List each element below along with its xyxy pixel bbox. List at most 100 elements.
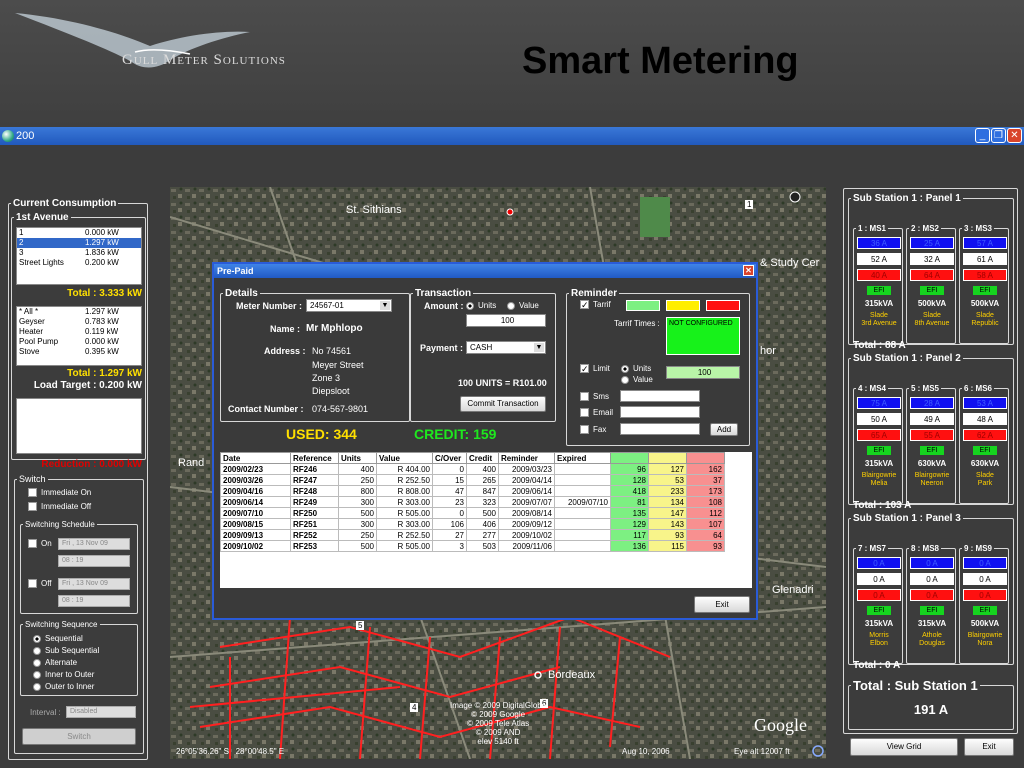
meter-station[interactable]: 2 : MS2 25 A 32 A 64 A EFI 500kVA Slade 8th Ave… xyxy=(906,224,956,344)
on-date-picker[interactable]: Fri , 13 Nov 09 xyxy=(58,538,130,550)
commit-transaction-button[interactable]: Commit Transaction xyxy=(460,396,546,412)
radio-sub-sequential[interactable] xyxy=(33,646,41,655)
radio-outer-inner[interactable] xyxy=(33,682,41,691)
off-time-picker[interactable]: 08 : 19 xyxy=(58,595,130,607)
list-item[interactable]: Pool Pump 0.000 kW xyxy=(17,337,141,347)
limit-value-option[interactable]: Value xyxy=(621,375,653,384)
radio-limit-units[interactable] xyxy=(621,364,629,373)
meter-number-select[interactable]: 24567-01 ▼ xyxy=(306,299,392,312)
list-item[interactable]: Street Lights 0.200 kW xyxy=(17,258,141,268)
table-row[interactable]: 2009/09/13 RF252 250 R 252.50 27 277 2009/10/0… xyxy=(220,529,725,541)
table-row[interactable]: 2009/10/02 RF253 500 R 505.00 3 503 2009/11/06… xyxy=(220,540,725,552)
fax-checkbox[interactable] xyxy=(580,425,589,435)
seq-alternate-option[interactable]: Alternate xyxy=(33,658,77,667)
window-close-button[interactable]: ✕ xyxy=(1007,128,1022,143)
radio-alternate[interactable] xyxy=(33,658,41,667)
interval-stepper[interactable]: Disabled xyxy=(66,706,136,718)
amount-stepper[interactable]: 100 xyxy=(466,314,546,327)
immediate-on-checkbox[interactable] xyxy=(28,488,37,498)
list-item[interactable]: 2 1.297 kW xyxy=(17,238,141,248)
exit-button[interactable]: Exit xyxy=(964,738,1014,756)
chevron-down-icon[interactable]: ▼ xyxy=(380,301,390,310)
tarrif-checkbox[interactable] xyxy=(580,300,589,310)
amount-units-option[interactable]: Units xyxy=(466,301,496,310)
off-checkbox[interactable] xyxy=(28,579,37,589)
dialog-titlebar[interactable]: Pre-Paid ✕ xyxy=(214,264,756,278)
view-grid-button[interactable]: View Grid xyxy=(850,738,958,756)
meter-station[interactable]: 8 : MS8 0 A0 A0 A EFI 315kVA Athole Douglas xyxy=(906,544,956,664)
radio-sequential[interactable] xyxy=(33,634,41,643)
limit-option[interactable]: Limit xyxy=(580,364,610,374)
email-input[interactable] xyxy=(620,406,700,418)
meter-station[interactable]: 1 : MS1 36 A 52 A 40 A EFI 315kVA Slade 3rd Ave… xyxy=(853,224,903,344)
load-textbox[interactable] xyxy=(16,398,142,454)
meter-station[interactable]: 4 : MS4 75 A 50 A 65 A EFI 315kVA Blairgowrie M… xyxy=(853,384,903,504)
tarrif-option[interactable]: Tarrif xyxy=(580,300,611,310)
meter-station[interactable]: 7 : MS7 0 A0 A0 A EFI 315kVA Morris Elbon xyxy=(853,544,903,664)
table-row[interactable]: 2009/04/16 RF248 800 R 808.00 47 847 2009/06/1… xyxy=(220,485,725,497)
red-color-swatch[interactable] xyxy=(706,300,740,311)
limit-units-option[interactable]: Units xyxy=(621,364,651,373)
seq-inner-outer-option[interactable]: Inner to Outer xyxy=(33,670,94,679)
switch-button[interactable]: Switch xyxy=(22,728,136,745)
limit-stepper[interactable]: 100 xyxy=(666,366,740,379)
add-button[interactable]: Add xyxy=(710,423,738,436)
list-item[interactable]: * All * 1.297 kW xyxy=(17,307,141,317)
list-item[interactable]: 1 0.000 kW xyxy=(17,228,141,238)
tarrif-times-box[interactable]: NOT CONFIGURED xyxy=(666,317,740,355)
radio-limit-value[interactable] xyxy=(621,375,629,384)
fax-option[interactable]: Fax xyxy=(580,425,606,435)
dialog-close-button[interactable]: ✕ xyxy=(743,265,754,276)
fax-input[interactable] xyxy=(620,423,700,435)
on-checkbox[interactable] xyxy=(28,539,37,549)
radio-value[interactable] xyxy=(507,301,515,310)
yellow-color-swatch[interactable] xyxy=(666,300,700,311)
limit-checkbox[interactable] xyxy=(580,364,589,374)
sms-checkbox[interactable] xyxy=(580,392,589,402)
chevron-down-icon[interactable]: ▼ xyxy=(534,343,544,352)
amount-value-option[interactable]: Value xyxy=(507,301,539,310)
email-checkbox[interactable] xyxy=(580,408,589,418)
maximize-button[interactable]: ❐ xyxy=(991,128,1006,143)
table-row[interactable]: 2009/06/14 RF249 300 R 303.00 23 323 2009/07/0… xyxy=(220,496,725,508)
seq-outer-inner-option[interactable]: Outer to Inner xyxy=(33,682,94,691)
avenue-listbox[interactable]: 1 0.000 kW 2 1.297 kW 3 1.836 kW Street Lig… xyxy=(16,227,142,285)
map-marker-4[interactable]: 4 xyxy=(410,703,419,712)
table-row[interactable]: 2009/03/26 RF247 250 R 252.50 15 265 2009/04/1… xyxy=(220,474,725,486)
radio-inner-outer[interactable] xyxy=(33,670,41,679)
dialog-exit-button[interactable]: Exit xyxy=(694,596,750,613)
kva-rating: 630kVA xyxy=(970,459,1000,468)
meter-station[interactable]: 6 : MS6 53 A 48 A 62 A EFI 630kVA Slade Park xyxy=(959,384,1009,504)
table-row[interactable]: 2009/08/15 RF251 300 R 303.00 106 406 2009/09/… xyxy=(220,518,725,530)
immediate-on-option[interactable]: Immediate On xyxy=(28,488,91,498)
meter-station[interactable]: 5 : MS5 28 A 49 A 55 A EFI 630kVA Blairgowrie N… xyxy=(906,384,956,504)
minimize-button[interactable]: _ xyxy=(975,128,990,143)
list-item[interactable]: Stove 0.395 kW xyxy=(17,347,141,357)
immediate-off-option[interactable]: Immediate Off xyxy=(28,502,91,512)
email-option[interactable]: Email xyxy=(580,408,613,418)
on-time-picker[interactable]: 08 : 19 xyxy=(58,555,130,567)
seq-sequential-option[interactable]: Sequential xyxy=(33,634,83,643)
seq-subsequential-option[interactable]: Sub Sequential xyxy=(33,646,99,655)
on-option[interactable]: On xyxy=(28,539,52,549)
green-color-swatch[interactable] xyxy=(626,300,660,311)
payment-select[interactable]: CASH ▼ xyxy=(466,341,546,354)
list-item[interactable]: 3 1.836 kW xyxy=(17,248,141,258)
table-row[interactable]: 2009/07/10 RF250 500 R 505.00 0 500 2009/08/14… xyxy=(220,507,725,519)
sms-input[interactable] xyxy=(620,390,700,402)
sms-option[interactable]: Sms xyxy=(580,392,609,402)
off-date-picker[interactable]: Fri , 13 Nov 09 xyxy=(58,578,130,590)
map-marker-1[interactable]: 1 xyxy=(745,200,754,209)
unit-listbox[interactable]: * All * 1.297 kW Geyser 0.783 kW Heater 0.1… xyxy=(16,306,142,366)
history-table-container[interactable]: Date Reference Units Value C/Over Credit… xyxy=(220,452,752,588)
off-option[interactable]: Off xyxy=(28,579,52,589)
table-row[interactable]: 2009/02/23 RF246 400 R 404.00 0 400 2009/03/23… xyxy=(220,463,725,475)
list-item[interactable]: Heater 0.119 kW xyxy=(17,327,141,337)
window-titlebar[interactable]: 200 _ ❐ ✕ xyxy=(0,127,1024,145)
list-item[interactable]: Geyser 0.783 kW xyxy=(17,317,141,327)
radio-units[interactable] xyxy=(466,301,474,310)
map-marker-5[interactable]: 5 xyxy=(356,621,365,630)
meter-station[interactable]: 9 : MS9 0 A0 A0 A EFI 500kVA Blairgowrie Nora xyxy=(959,544,1009,664)
meter-station[interactable]: 3 : MS3 57 A 61 A 58 A EFI 500kVA Slade Republi… xyxy=(959,224,1009,344)
immediate-off-checkbox[interactable] xyxy=(28,502,37,512)
